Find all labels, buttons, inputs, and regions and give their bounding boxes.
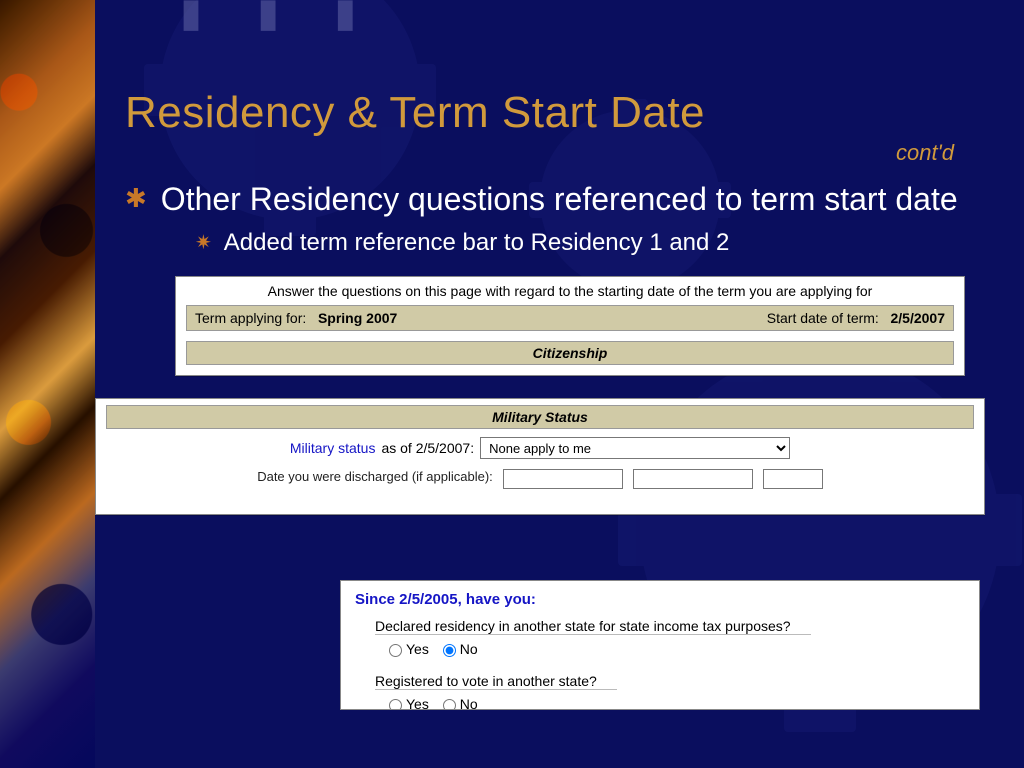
form-panel-military: Military Status Military status as of 2/… <box>95 398 985 515</box>
section-header-citizenship: Citizenship <box>186 341 954 365</box>
q2-no-option[interactable]: No <box>433 696 478 710</box>
q1-yes-radio[interactable] <box>389 644 402 657</box>
term-applying-value: Spring 2007 <box>318 310 397 326</box>
gear-bullet-icon: ✱ <box>125 180 147 216</box>
q2-options: Yes No <box>389 696 965 710</box>
discharge-month-select[interactable] <box>503 469 623 489</box>
term-applying-group: Term applying for: Spring 2007 <box>195 310 397 326</box>
term-applying-label: Term applying for: <box>195 310 306 326</box>
military-status-select[interactable]: None apply to me <box>480 437 790 459</box>
bullet-level-2: ✷ Added term reference bar to Residency … <box>195 228 994 258</box>
q1-no-radio[interactable] <box>443 644 456 657</box>
star-bullet-icon: ✷ <box>195 228 212 258</box>
since-heading: Since 2/5/2005, have you: <box>355 591 965 608</box>
bullet-level-1: ✱ Other Residency questions referenced t… <box>125 180 994 218</box>
discharge-row: Date you were discharged (if applicable)… <box>106 469 974 489</box>
q1-no-option[interactable]: No <box>433 641 478 657</box>
slide-content: Residency & Term Start Date cont'd ✱ Oth… <box>125 88 994 515</box>
decorative-left-strip <box>0 0 95 768</box>
form-panel-citizenship: Answer the questions on this page with r… <box>175 276 965 376</box>
start-date-group: Start date of term: 2/5/2007 <box>767 310 945 326</box>
discharge-day-select[interactable] <box>633 469 753 489</box>
question-declared-residency: Declared residency in another state for … <box>375 618 811 635</box>
bullet-1-text: Other Residency questions referenced to … <box>161 180 958 218</box>
decorative-spokes: ▮ ▮ ▮ <box>180 0 378 36</box>
bullet-2-text: Added term reference bar to Residency 1 … <box>224 228 730 258</box>
term-reference-bar: Term applying for: Spring 2007 Start dat… <box>186 305 954 331</box>
q1-yes-option[interactable]: Yes <box>389 641 429 657</box>
q2-yes-radio[interactable] <box>389 699 402 710</box>
q2-yes-option[interactable]: Yes <box>389 696 429 710</box>
military-asof-text: as of 2/5/2007: <box>381 440 474 456</box>
start-date-label: Start date of term: <box>767 310 879 326</box>
discharge-label: Date you were discharged (if applicable)… <box>257 469 493 489</box>
q2-no-radio[interactable] <box>443 699 456 710</box>
q1-options: Yes No <box>389 641 965 657</box>
start-date-value: 2/5/2007 <box>891 310 946 326</box>
question-registered-vote: Registered to vote in another state? <box>375 673 617 690</box>
slide-contd: cont'd <box>125 140 954 166</box>
military-status-row: Military status as of 2/5/2007: None app… <box>106 437 974 459</box>
form-panel-since: Since 2/5/2005, have you: Declared resid… <box>340 580 980 710</box>
discharge-year-select[interactable] <box>763 469 823 489</box>
military-status-link[interactable]: Military status <box>290 440 376 456</box>
section-header-military: Military Status <box>106 405 974 429</box>
panel-instruction: Answer the questions on this page with r… <box>186 283 954 299</box>
slide-title: Residency & Term Start Date <box>125 88 994 138</box>
